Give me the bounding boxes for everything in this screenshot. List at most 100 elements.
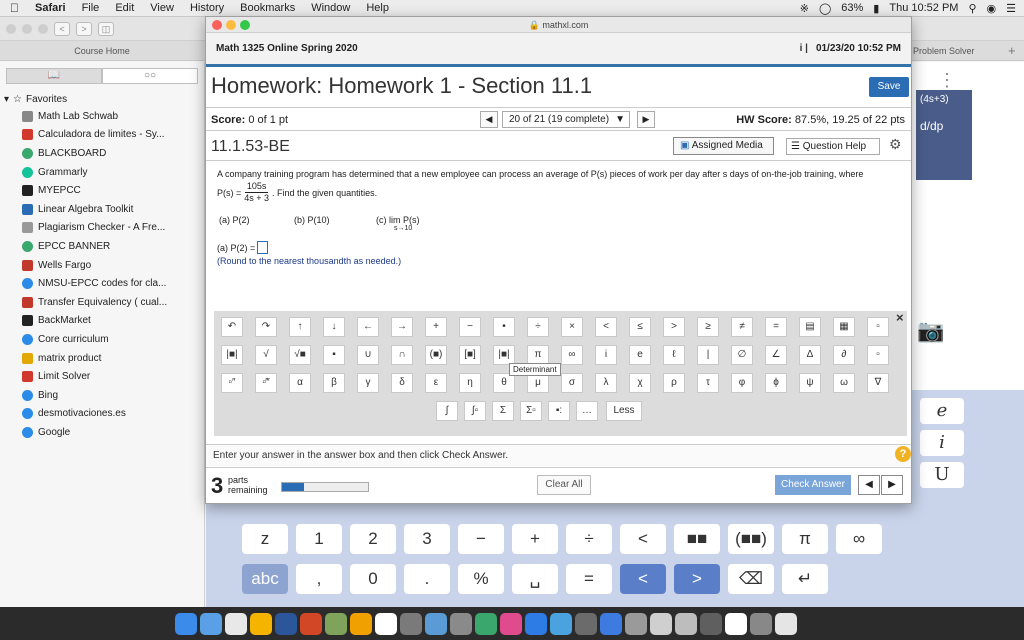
sidebar-favorite-item[interactable]: desmotivaciones.es [0, 405, 204, 424]
palette-key[interactable]: |■| [221, 345, 243, 365]
footer-previous-button[interactable]: ◀ [858, 475, 880, 495]
sidebar-toggle-icon[interactable]: ◫ [98, 21, 114, 36]
palette-key[interactable]: β [323, 373, 345, 393]
check-answer-button[interactable]: Check Answer [775, 475, 851, 495]
bg-keyboard-key[interactable]: (■■) [728, 524, 774, 554]
bg-keyboard-key[interactable]: 3 [404, 524, 450, 554]
dock-app-icon[interactable] [450, 613, 472, 635]
menu-history[interactable]: History [182, 2, 232, 14]
palette-key[interactable]: ∂ [833, 345, 855, 365]
bg-keyboard-key[interactable]: π [782, 524, 828, 554]
bg-keyboard-key[interactable]: − [458, 524, 504, 554]
battery-percent[interactable]: 63% [841, 2, 863, 14]
sidebar-favorite-item[interactable]: Plagiarism Checker - A Fre... [0, 219, 204, 238]
battery-icon[interactable]: ▮ [873, 2, 879, 15]
apple-menu-icon[interactable]:  [0, 1, 27, 15]
palette-key[interactable]: ≠ [731, 317, 753, 337]
palette-key[interactable]: ▫″ [221, 373, 243, 393]
palette-key[interactable]: e [629, 345, 651, 365]
dock-app-icon[interactable] [475, 613, 497, 635]
palette-key[interactable]: ω [833, 373, 855, 393]
tab-problem-solver[interactable]: Problem Solver [913, 46, 1003, 56]
bg-keyboard-key[interactable]: ⌫ [728, 564, 774, 594]
dock-app-icon[interactable] [350, 613, 372, 635]
palette-key[interactable]: ↷ [255, 317, 277, 337]
dock-app-icon[interactable] [725, 613, 747, 635]
palette-key[interactable]: ▫ [867, 317, 889, 337]
dock-app-icon[interactable] [250, 613, 272, 635]
gear-icon[interactable]: ⚙ [889, 136, 902, 153]
dock-app-icon[interactable] [750, 613, 772, 635]
clear-all-button[interactable]: Clear All [537, 475, 591, 495]
bg-keyboard-key[interactable]: , [296, 564, 342, 594]
palette-key[interactable]: ψ [799, 373, 821, 393]
dock-app-icon[interactable] [425, 613, 447, 635]
notification-center-icon[interactable]: ☰ [1006, 2, 1016, 15]
dock-app-icon[interactable] [700, 613, 722, 635]
sidebar-favorite-item[interactable]: Linear Algebra Toolkit [0, 200, 204, 219]
sidebar-favorite-item[interactable]: BLACKBOARD [0, 144, 204, 163]
palette-key[interactable]: |■| [493, 345, 515, 365]
palette-key[interactable]: χ [629, 373, 651, 393]
palette-key[interactable]: ∇ [867, 373, 889, 393]
palette-key[interactable]: ∠ [765, 345, 787, 365]
palette-key[interactable]: + [425, 317, 447, 337]
palette-key[interactable]: = [765, 317, 787, 337]
palette-key[interactable]: √ [255, 345, 277, 365]
sidebar-favorite-item[interactable]: Limit Solver [0, 367, 204, 386]
palette-key[interactable]: ↶ [221, 317, 243, 337]
palette-key[interactable]: ℓ [663, 345, 685, 365]
palette-key[interactable]: [■] [459, 345, 481, 365]
palette-key[interactable]: μ [527, 373, 549, 393]
camera-icon[interactable]: 📷 [917, 318, 944, 344]
sidebar-favorite-item[interactable]: Math Lab Schwab [0, 107, 204, 126]
palette-key[interactable]: ▫ [867, 345, 889, 365]
bg-keyboard-key[interactable]: % [458, 564, 504, 594]
save-button[interactable]: Save [869, 77, 909, 97]
dock-app-icon[interactable] [775, 613, 797, 635]
menu-edit[interactable]: Edit [107, 2, 142, 14]
dock-app-icon[interactable] [375, 613, 397, 635]
palette-key[interactable]: (■) [425, 345, 447, 365]
footer-next-button[interactable]: ▶ [881, 475, 903, 495]
maximize-window-icon[interactable] [240, 20, 250, 30]
bg-keyboard-key[interactable]: 2 [350, 524, 396, 554]
menu-bookmarks[interactable]: Bookmarks [232, 2, 303, 14]
palette-key[interactable]: ▤ [799, 317, 821, 337]
dock-app-icon[interactable] [325, 613, 347, 635]
assigned-media-button[interactable]: ▣ Assigned Media [673, 137, 774, 155]
menu-file[interactable]: File [74, 2, 108, 14]
dock-app-icon[interactable] [600, 613, 622, 635]
url-label[interactable]: mathxl.com [542, 20, 588, 30]
sidebar-favorite-item[interactable]: NMSU-EPCC codes for cla... [0, 274, 204, 293]
bg-keyboard-key[interactable]: . [404, 564, 450, 594]
sidebar-favorite-item[interactable]: BackMarket [0, 312, 204, 331]
palette-key[interactable]: ▪: [548, 401, 570, 421]
palette-key[interactable]: ▫‴ [255, 373, 277, 393]
dock-app-icon[interactable] [500, 613, 522, 635]
palette-key[interactable]: → [391, 317, 413, 337]
dock-app-icon[interactable] [200, 613, 222, 635]
question-help-button[interactable]: ☰ Question Help [786, 138, 880, 155]
dock-app-icon[interactable] [400, 613, 422, 635]
close-window-icon[interactable] [212, 20, 222, 30]
palette-key[interactable]: η [459, 373, 481, 393]
reading-list-segment-icon[interactable]: ○○ [102, 68, 198, 84]
palette-key[interactable]: √■ [289, 345, 311, 365]
palette-key[interactable]: θ [493, 373, 515, 393]
question-select[interactable]: 20 of 21 (19 complete) ▼ [502, 111, 630, 128]
dock-app-icon[interactable] [550, 613, 572, 635]
dock-app-icon[interactable] [525, 613, 547, 635]
sidebar-favorite-item[interactable]: Bing [0, 386, 204, 405]
palette-key[interactable]: ϕ [765, 373, 787, 393]
palette-key[interactable]: Δ [799, 345, 821, 365]
window-zoom-button[interactable] [38, 23, 48, 34]
sidebar-favorite-item[interactable]: Core curriculum [0, 330, 204, 349]
menu-view[interactable]: View [142, 2, 182, 14]
palette-key[interactable]: ← [357, 317, 379, 337]
tab-course-home[interactable]: Course Home [0, 46, 204, 56]
bg-keyboard-key[interactable]: + [512, 524, 558, 554]
palette-key[interactable]: … [576, 401, 598, 421]
sidebar-favorite-item[interactable]: MYEPCC [0, 181, 204, 200]
bg-keyboard-key[interactable]: abc [242, 564, 288, 594]
